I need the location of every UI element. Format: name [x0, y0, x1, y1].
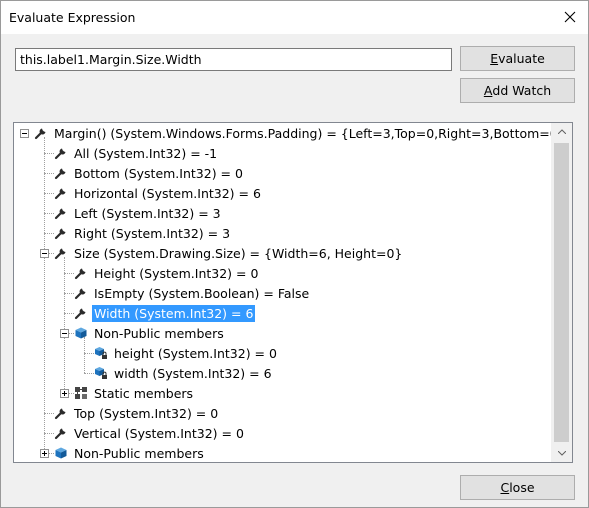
tree-item-label: IsEmpty (System.Boolean) = False	[94, 285, 310, 301]
close-button[interactable]: Close	[460, 475, 575, 500]
expand-icon[interactable]	[40, 449, 49, 458]
wrench-icon	[54, 406, 68, 420]
tree-connector	[44, 433, 54, 434]
tree-item[interactable]: Size (System.Drawing.Size) = {Width=6, H…	[72, 243, 404, 263]
scroll-down-icon[interactable]	[551, 445, 572, 462]
dialog-title: Evaluate Expression	[9, 10, 136, 25]
wrench-icon	[54, 166, 68, 180]
collapse-icon[interactable]	[40, 249, 49, 258]
tree-connector	[44, 413, 54, 414]
cube-icon	[54, 446, 68, 460]
tree-item-label: width (System.Int32) = 6	[114, 365, 272, 381]
tree-item-label: All (System.Int32) = -1	[74, 145, 218, 161]
tree-item[interactable]: Non-Public members	[72, 443, 206, 462]
tree-item-label: height (System.Int32) = 0	[114, 345, 277, 361]
tree-item-label: Non-Public members	[74, 445, 204, 461]
close-icon[interactable]	[553, 2, 587, 32]
tree-item-label: Top (System.Int32) = 0	[74, 405, 219, 421]
tree-item[interactable]: Margin() (System.Windows.Forms.Padding) …	[52, 123, 568, 143]
tree-connector	[44, 173, 54, 174]
tree-connector	[64, 273, 74, 274]
close-label-post: lose	[509, 480, 535, 495]
wrench-icon	[74, 266, 88, 280]
evaluate-label-mnemonic: E	[490, 51, 499, 66]
tree-item-label: Left (System.Int32) = 3	[74, 205, 221, 221]
cube-icon	[74, 326, 88, 340]
tree-item[interactable]: Width (System.Int32) = 6	[92, 303, 256, 323]
tree-item[interactable]: Height (System.Int32) = 0	[92, 263, 260, 283]
tree-item-label: Horizontal (System.Int32) = 6	[74, 185, 261, 201]
tree-item-label: Non-Public members	[94, 325, 224, 341]
static-members-icon	[74, 386, 88, 400]
tree-item-label: Width (System.Int32) = 6	[92, 304, 256, 322]
tree-item-label: Vertical (System.Int32) = 0	[74, 425, 244, 441]
tree-item[interactable]: Vertical (System.Int32) = 0	[72, 423, 246, 443]
wrench-icon	[34, 126, 48, 140]
tree-connector	[44, 193, 54, 194]
expression-input[interactable]	[15, 48, 452, 71]
tree-item[interactable]: Static members	[92, 383, 195, 403]
tree-item[interactable]: Right (System.Int32) = 3	[72, 223, 232, 243]
tree-connector	[44, 137, 45, 453]
collapse-icon[interactable]	[20, 129, 29, 138]
wrench-icon	[54, 206, 68, 220]
wrench-icon	[74, 306, 88, 320]
title-bar: Evaluate Expression	[1, 1, 588, 34]
close-label-mnemonic: C	[500, 480, 510, 495]
tree-item[interactable]: Left (System.Int32) = 3	[72, 203, 223, 223]
tree-item[interactable]: All (System.Int32) = -1	[72, 143, 219, 163]
tree-item-label: Margin() (System.Windows.Forms.Padding) …	[54, 125, 566, 141]
tree-connector	[84, 337, 85, 373]
tree-connector	[44, 213, 54, 214]
private-field-icon	[94, 346, 108, 360]
tree-connector	[64, 257, 65, 393]
scroll-up-icon[interactable]	[551, 123, 572, 140]
wrench-icon	[74, 286, 88, 300]
tree-connector	[44, 233, 54, 234]
evaluate-button[interactable]: Evaluate	[460, 46, 575, 71]
tree-item-label: Right (System.Int32) = 3	[74, 225, 231, 241]
tree-item[interactable]: height (System.Int32) = 0	[112, 343, 279, 363]
tree-item-label: Static members	[94, 385, 194, 401]
wrench-icon	[54, 246, 68, 260]
tree-item[interactable]: Bottom (System.Int32) = 0	[72, 163, 245, 183]
wrench-icon	[54, 146, 68, 160]
tree-item[interactable]: IsEmpty (System.Boolean) = False	[92, 283, 311, 303]
vertical-scrollbar[interactable]	[551, 123, 572, 462]
expand-icon[interactable]	[60, 389, 69, 398]
tree-item-label: Bottom (System.Int32) = 0	[74, 165, 243, 181]
tree-connector	[84, 373, 94, 374]
result-tree[interactable]: Margin() (System.Windows.Forms.Padding) …	[13, 122, 573, 463]
wrench-icon	[54, 186, 68, 200]
tree-item[interactable]: Top (System.Int32) = 0	[72, 403, 220, 423]
tree-item[interactable]: Horizontal (System.Int32) = 6	[72, 183, 263, 203]
tree-item-label: Size (System.Drawing.Size) = {Width=6, H…	[74, 245, 403, 261]
tree-connector	[64, 293, 74, 294]
add-watch-label-post: dd Watch	[492, 83, 552, 98]
evaluate-expression-dialog: Evaluate Expression Evaluate Add Watch M…	[0, 0, 589, 508]
evaluate-label-post: valuate	[498, 51, 545, 66]
tree-item[interactable]: width (System.Int32) = 6	[112, 363, 274, 383]
collapse-icon[interactable]	[60, 329, 69, 338]
private-field-icon	[94, 366, 108, 380]
tree-item[interactable]: Non-Public members	[92, 323, 226, 343]
tree-item-label: Height (System.Int32) = 0	[94, 265, 259, 281]
scrollbar-thumb[interactable]	[554, 143, 569, 442]
tree-connector	[84, 353, 94, 354]
wrench-icon	[54, 226, 68, 240]
tree-connector	[44, 153, 54, 154]
add-watch-label-mnemonic: A	[483, 83, 493, 98]
add-watch-button[interactable]: Add Watch	[460, 78, 575, 103]
wrench-icon	[54, 426, 68, 440]
tree-connector	[64, 313, 74, 314]
